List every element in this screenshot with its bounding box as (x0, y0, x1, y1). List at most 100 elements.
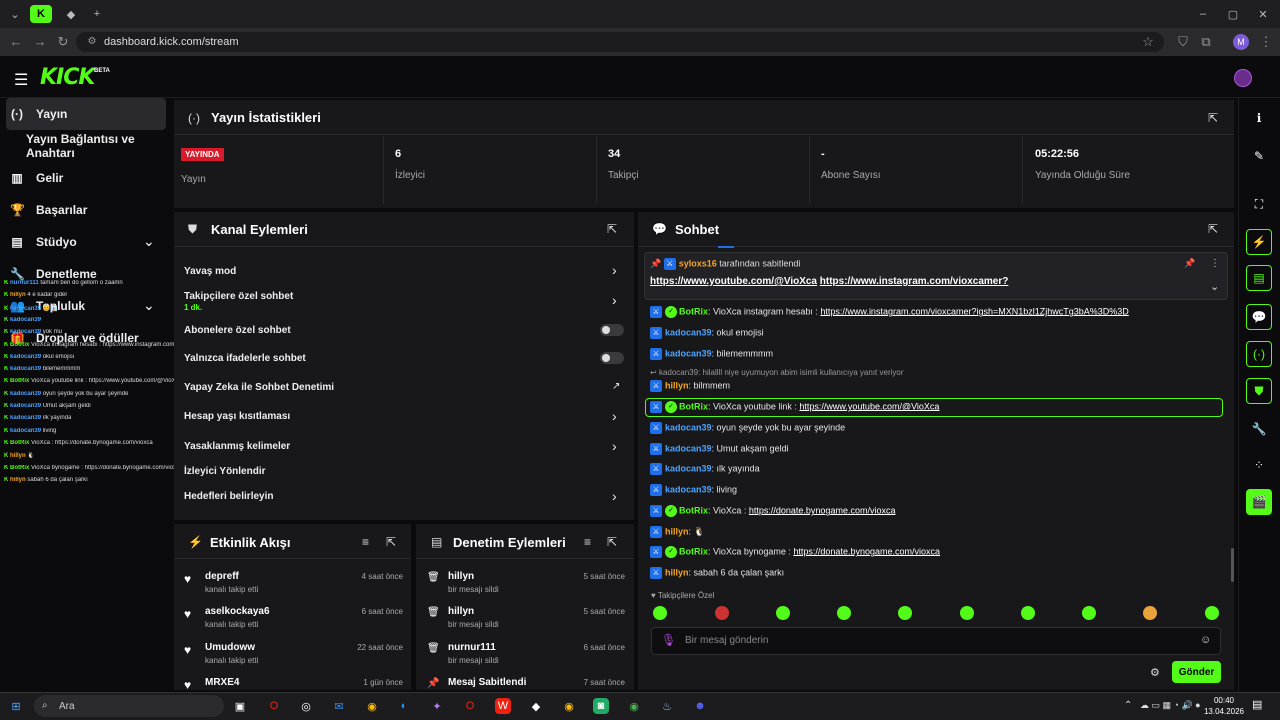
bookmark-star-icon[interactable]: ☆ (1140, 34, 1156, 50)
pinned-by-user[interactable]: syloxs16 (679, 258, 717, 268)
microphone-icon[interactable]: 🎙 (661, 633, 676, 647)
chat-username[interactable]: hillyn (665, 526, 689, 536)
chat-username[interactable]: kadocan39 (665, 463, 712, 473)
activity-user[interactable]: MRXE4 (205, 677, 239, 688)
site-info-icon[interactable]: ⚙ (84, 34, 100, 50)
extensions-icon[interactable]: ⧉ (1198, 34, 1214, 50)
tab-kick-favicon[interactable]: K (30, 5, 52, 23)
chrome-icon[interactable]: ◉ (364, 698, 380, 714)
popout-icon[interactable]: ⇱ (386, 535, 396, 549)
sidebar-item-stream-key[interactable]: Yayın Bağlantısı ve Anahtarı (26, 132, 186, 160)
chat-link[interactable]: https://www.youtube.com/@VioXca (799, 401, 939, 411)
wrench-icon[interactable]: 🔧 (1246, 416, 1272, 442)
hamburger-menu-icon[interactable]: ☰ (14, 70, 28, 90)
action-ai-moderation[interactable]: Yapay Zeka ile Sohbet Denetimi (184, 382, 334, 393)
maximize-button[interactable]: ▢ (1222, 5, 1244, 23)
chevron-right-icon[interactable]: › (612, 262, 617, 278)
chevron-right-icon[interactable]: › (612, 438, 617, 454)
emote-button[interactable] (1143, 606, 1157, 620)
broadcast-icon[interactable]: (·) (1246, 341, 1272, 367)
filter-icon[interactable]: ≡ (362, 535, 369, 549)
app-w-icon[interactable]: W (495, 698, 511, 714)
moderation-user[interactable]: nurnur111 (448, 642, 496, 653)
subscribers-only-toggle[interactable] (600, 324, 624, 336)
opera-icon[interactable]: O (266, 698, 282, 714)
action-set-goals[interactable]: Hedefleri belirleyin (184, 491, 273, 502)
copilot-icon[interactable]: ✦ (429, 698, 445, 714)
chevron-right-icon[interactable]: › (612, 408, 617, 424)
app-green-icon[interactable]: ◙ (593, 698, 609, 714)
moderation-user[interactable]: hillyn (448, 571, 474, 582)
chat-username[interactable]: BotRix (679, 306, 708, 316)
lightning-icon[interactable]: ⚡ (1246, 229, 1272, 255)
url-bar[interactable] (76, 32, 1164, 52)
chat-username[interactable]: BotRix (679, 401, 708, 411)
discord-icon[interactable]: ☻ (692, 698, 708, 714)
chat-username[interactable]: BotRix (679, 505, 708, 515)
user-avatar[interactable] (1234, 69, 1252, 87)
app-icon[interactable]: ◎ (298, 698, 314, 714)
profile-avatar[interactable]: M (1233, 34, 1249, 50)
sidebar-item-basarilar[interactable]: 🏆 Başarılar (10, 200, 170, 220)
activity-user[interactable]: Umudoww (205, 642, 255, 653)
chat-username[interactable]: kadocan39 (665, 484, 712, 494)
chat-bubble-icon[interactable]: 💬 (1246, 304, 1272, 330)
chat-scrollbar[interactable] (1231, 548, 1234, 582)
notification-icon[interactable]: ▤ (1252, 698, 1262, 711)
chat-username[interactable]: kadocan39 (665, 422, 712, 432)
shield-icon[interactable]: ⛊ (1246, 378, 1272, 404)
chat-username[interactable]: kadocan39 (665, 348, 712, 358)
emote-button[interactable] (1082, 606, 1096, 620)
close-window-button[interactable]: ✕ (1252, 5, 1274, 23)
moderation-user[interactable]: hillyn (448, 606, 474, 617)
filter-icon[interactable]: ≡ (584, 535, 591, 549)
reload-icon[interactable]: ↻ (55, 34, 71, 50)
emote-button[interactable] (960, 606, 974, 620)
send-button[interactable]: Gönder (1172, 661, 1221, 683)
action-followers-only[interactable]: Takipçilere özel sohbet (184, 291, 293, 302)
tab-menu-chevron-icon[interactable]: ⌄ (4, 5, 26, 23)
emote-button[interactable] (776, 606, 790, 620)
sidebar-item-yayin[interactable]: (·) Yayın (10, 104, 170, 124)
popout-icon[interactable]: ⇱ (1208, 111, 1218, 125)
mail-icon[interactable]: ✉ (331, 698, 347, 714)
task-view-icon[interactable]: ▣ (232, 698, 248, 714)
pinned-link[interactable]: https://www.youtube.com/@VioXca (650, 276, 817, 287)
chat-username[interactable]: kadocan39 (665, 327, 712, 337)
moderation-user[interactable]: Mesaj Sabitlendi (448, 677, 526, 688)
pinned-expand-chevron-icon[interactable]: ⌄ (1210, 280, 1219, 293)
popout-icon[interactable]: ⇱ (607, 535, 617, 549)
clapper-icon[interactable]: 🎬 (1246, 489, 1272, 515)
fullscreen-icon[interactable]: ⛶ (1246, 191, 1272, 217)
activity-user[interactable]: depreff (205, 571, 239, 582)
extension-shield-icon[interactable]: ⛉ (1175, 34, 1191, 50)
forward-icon[interactable]: → (32, 34, 48, 50)
emote-button[interactable] (653, 606, 667, 620)
tray-icons[interactable]: ☁ ▭ ▦ ◔ 🔊 ● (1140, 700, 1201, 711)
activity-user[interactable]: aselkockaya6 (205, 606, 270, 617)
info-icon[interactable]: ℹ (1246, 105, 1272, 131)
clock-time[interactable]: 00:40 (1204, 696, 1244, 705)
back-icon[interactable]: ← (8, 34, 24, 50)
popout-icon[interactable]: ⇱ (1208, 222, 1218, 236)
tab-second-favicon[interactable]: ◆ (60, 5, 82, 23)
steam-icon[interactable]: ♨ (659, 698, 675, 714)
chat-link[interactable]: https://donate.bynogame.com/vioxca (749, 505, 896, 515)
chat-username[interactable]: hillyn (665, 567, 689, 577)
browser-menu-icon[interactable]: ⋮ (1258, 34, 1274, 50)
chrome-profile-icon[interactable]: ◉ (561, 698, 577, 714)
pinned-more-icon[interactable]: ⋮ (1210, 258, 1220, 269)
chat-settings-gear-icon[interactable]: ⚙ (1150, 666, 1160, 679)
emote-button[interactable] (1205, 606, 1219, 620)
chevron-right-icon[interactable]: › (612, 488, 617, 504)
action-slow-mode[interactable]: Yavaş mod (184, 266, 236, 277)
pinned-link[interactable]: https://www.instagram.com/vioxcamer? (820, 276, 1009, 287)
edit-pencil-icon[interactable]: ✎ (1246, 143, 1272, 169)
minimize-button[interactable]: – (1192, 5, 1214, 23)
topluluk-chevron-down-icon[interactable]: ⌄ (143, 297, 155, 314)
tray-chevron-up-icon[interactable]: ⌃ (1124, 700, 1132, 711)
action-redirect-viewers[interactable]: İzleyici Yönlendir (184, 466, 266, 477)
emote-button[interactable] (715, 606, 729, 620)
emote-button[interactable] (1021, 606, 1035, 620)
chat-link[interactable]: https://donate.bynogame.com/vioxca (793, 546, 940, 556)
